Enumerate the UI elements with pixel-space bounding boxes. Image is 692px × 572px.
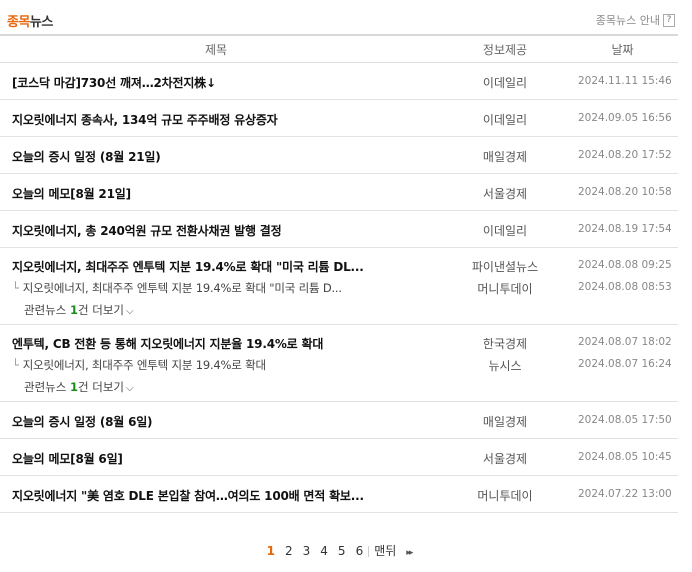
news-source: 파이낸셜뉴스 <box>471 260 539 274</box>
more-count: 1 <box>69 380 78 394</box>
more-suffix: 건 더보기 <box>78 380 124 394</box>
related-news-title-link[interactable]: └ 지오릿에너지, 최대주주 엔투텍 지분 19.4%로 확대 "미국 리튬 D.… <box>12 280 422 296</box>
related-news-date: 2024.08.08 08:53 <box>578 281 672 293</box>
help-icon[interactable]: ? <box>663 13 675 27</box>
news-date: 2024.08.20 10:58 <box>578 186 672 198</box>
more-suffix: 건 더보기 <box>78 303 124 317</box>
news-source: 이데일리 <box>482 224 528 238</box>
news-source: 매일경제 <box>482 415 528 429</box>
panel-title: 종목뉴스 <box>7 11 53 30</box>
panel-header: 종목뉴스 종목뉴스 안내 ? <box>0 0 678 36</box>
news-title-link[interactable]: 지오릿에너지 종속사, 134억 규모 주주배정 유상증자 <box>12 111 442 128</box>
more-prefix: 관련뉴스 <box>24 380 70 394</box>
news-row: 지오릿에너지 "美 염호 DLE 본입찰 참여…여의도 100배 면적 확보..… <box>0 476 678 513</box>
news-title-link[interactable]: 엔투텍, CB 전환 등 통해 지오릿에너지 지분율 19.4%로 확대 <box>12 335 442 352</box>
related-news-more-link[interactable]: 관련뉴스 1건 더보기 ⌵ <box>24 379 134 395</box>
news-main-line: 지오릿에너지 "美 염호 DLE 본입찰 참여…여의도 100배 면적 확보..… <box>0 485 678 507</box>
news-row: 오늘의 증시 일정 (8월 21일) 매일경제 2024.08.20 17:52 <box>0 137 678 174</box>
table-header: 제목 정보제공 날짜 <box>0 36 678 63</box>
news-date: 2024.08.20 17:52 <box>578 149 672 161</box>
related-news-title: 지오릿에너지, 최대주주 엔투텍 지분 19.4%로 확대 <box>22 358 266 372</box>
news-row: 오늘의 메모[8월 21일] 서울경제 2024.08.20 10:58 <box>0 174 678 211</box>
news-title-link[interactable]: 지오릿에너지 "美 염호 DLE 본입찰 참여…여의도 100배 면적 확보..… <box>12 487 442 504</box>
news-title-link[interactable]: 지오릿에너지, 총 240억원 규모 전환사채권 발행 결정 <box>12 222 442 239</box>
branch-icon: └ <box>12 358 19 372</box>
related-news-more: 관련뉴스 1건 더보기 ⌵ <box>0 377 678 401</box>
news-main-line: 오늘의 메모[8월 21일] 서울경제 2024.08.20 10:58 <box>0 183 678 205</box>
page-current[interactable]: 1 <box>262 544 280 558</box>
more-count: 1 <box>69 303 78 317</box>
pagination: 1 2 3 4 5 6 맨뒤 ▸▸ <box>0 542 678 559</box>
news-date: 2024.11.11 15:46 <box>578 75 672 87</box>
news-date: 2024.08.07 18:02 <box>578 336 672 348</box>
related-news-line: └ 지오릿에너지, 최대주주 엔투텍 지분 19.4%로 확대 뉴시스 2024.08… <box>0 355 678 377</box>
related-news-source: 머니투데이 <box>477 282 533 296</box>
news-date: 2024.08.05 10:45 <box>578 451 672 463</box>
news-guide-link[interactable]: 종목뉴스 안내 ? <box>596 12 675 28</box>
news-main-line: 오늘의 증시 일정 (8월 21일) 매일경제 2024.08.20 17:52 <box>0 146 678 168</box>
news-main-line: 지오릿에너지 종속사, 134억 규모 주주배정 유상증자 이데일리 2024.09… <box>0 109 678 131</box>
news-title-link[interactable]: 오늘의 메모[8월 21일] <box>12 185 442 202</box>
news-list: [코스닥 마감]730선 깨져…2차전지株↓ 이데일리 2024.11.11 15:… <box>0 63 678 513</box>
news-date: 2024.09.05 16:56 <box>578 112 672 124</box>
related-news-date: 2024.08.07 16:24 <box>578 358 672 370</box>
column-header-source: 정보제공 <box>482 43 528 57</box>
news-source: 매일경제 <box>482 150 528 164</box>
news-source: 서울경제 <box>482 452 528 466</box>
column-header-date: 날짜 <box>611 43 634 57</box>
related-news-source: 뉴시스 <box>488 359 522 373</box>
news-row: 지오릿에너지, 총 240억원 규모 전환사채권 발행 결정 이데일리 2024.0… <box>0 211 678 248</box>
related-news-more-link[interactable]: 관련뉴스 1건 더보기 ⌵ <box>24 302 134 318</box>
news-source: 머니투데이 <box>477 489 533 503</box>
news-source: 서울경제 <box>482 187 528 201</box>
news-title-link[interactable]: [코스닥 마감]730선 깨져…2차전지株↓ <box>12 74 442 91</box>
news-main-line: 지오릿에너지, 총 240억원 규모 전환사채권 발행 결정 이데일리 2024.0… <box>0 220 678 242</box>
related-news-line: └ 지오릿에너지, 최대주주 엔투텍 지분 19.4%로 확대 "미국 리튬 D.… <box>0 278 678 300</box>
news-main-line: [코스닥 마감]730선 깨져…2차전지株↓ 이데일리 2024.11.11 15:… <box>0 72 678 94</box>
chevron-down-icon: ⌵ <box>125 383 134 394</box>
news-row: 오늘의 증시 일정 (8월 6일) 매일경제 2024.08.05 17:50 <box>0 402 678 439</box>
news-title-link[interactable]: 지오릿에너지, 최대주주 엔투텍 지분 19.4%로 확대 "미국 리튬 DL.… <box>12 258 442 275</box>
news-main-line: 오늘의 증시 일정 (8월 6일) 매일경제 2024.08.05 17:50 <box>0 411 678 433</box>
column-header-title: 제목 <box>204 43 228 57</box>
news-date: 2024.08.08 09:25 <box>578 259 672 271</box>
chevron-down-icon: ⌵ <box>125 306 134 317</box>
page-link[interactable]: 5 <box>333 544 351 558</box>
panel-title-accent: 종목 <box>7 15 30 30</box>
news-row: 지오릿에너지, 최대주주 엔투텍 지분 19.4%로 확대 "미국 리튬 DL.… <box>0 248 678 325</box>
page-link[interactable]: 6 <box>351 544 369 558</box>
more-prefix: 관련뉴스 <box>24 303 70 317</box>
news-row: [코스닥 마감]730선 깨져…2차전지株↓ 이데일리 2024.11.11 15:… <box>0 63 678 100</box>
page-link[interactable]: 2 <box>280 544 298 558</box>
news-source: 이데일리 <box>482 113 528 127</box>
news-row: 오늘의 메모[8월 6일] 서울경제 2024.08.05 10:45 <box>0 439 678 476</box>
branch-icon: └ <box>12 281 19 295</box>
news-source: 한국경제 <box>482 337 528 351</box>
related-news-title: 지오릿에너지, 최대주주 엔투텍 지분 19.4%로 확대 "미국 리튬 D..… <box>22 281 342 295</box>
news-row: 지오릿에너지 종속사, 134억 규모 주주배정 유상증자 이데일리 2024.09… <box>0 100 678 137</box>
news-title-link[interactable]: 오늘의 증시 일정 (8월 6일) <box>12 413 442 430</box>
news-date: 2024.08.05 17:50 <box>578 414 672 426</box>
next-arrow-icon[interactable]: ▸▸ <box>401 548 416 558</box>
page-link[interactable]: 4 <box>315 544 333 558</box>
news-title-link[interactable]: 오늘의 메모[8월 6일] <box>12 450 442 467</box>
news-date: 2024.07.22 13:00 <box>578 488 672 500</box>
panel-title-rest: 뉴스 <box>29 15 53 30</box>
related-news-title-link[interactable]: └ 지오릿에너지, 최대주주 엔투텍 지분 19.4%로 확대 <box>12 357 422 373</box>
news-guide-label: 종목뉴스 안내 <box>595 14 660 27</box>
news-main-line: 지오릿에너지, 최대주주 엔투텍 지분 19.4%로 확대 "미국 리튬 DL.… <box>0 256 678 278</box>
last-page-button[interactable]: 맨뒤 <box>369 542 401 559</box>
news-row: 엔투텍, CB 전환 등 통해 지오릿에너지 지분율 19.4%로 확대 한국경제… <box>0 325 678 402</box>
news-date: 2024.08.19 17:54 <box>578 223 672 235</box>
news-main-line: 엔투텍, CB 전환 등 통해 지오릿에너지 지분율 19.4%로 확대 한국경제… <box>0 333 678 355</box>
related-news-more: 관련뉴스 1건 더보기 ⌵ <box>0 300 678 324</box>
news-title-link[interactable]: 오늘의 증시 일정 (8월 21일) <box>12 148 442 165</box>
news-source: 이데일리 <box>482 76 528 90</box>
news-main-line: 오늘의 메모[8월 6일] 서울경제 2024.08.05 10:45 <box>0 448 678 470</box>
stock-news-panel: 종목뉴스 종목뉴스 안내 ? 제목 정보제공 날짜 [코스닥 마감]730선 깨… <box>0 0 692 572</box>
page-link[interactable]: 3 <box>298 544 316 558</box>
